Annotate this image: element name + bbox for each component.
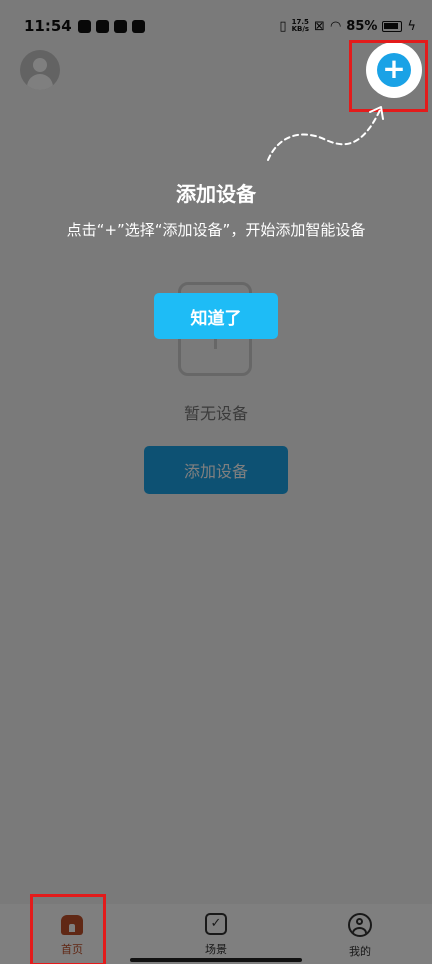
home-tab-highlight-frame	[30, 894, 106, 964]
guide-arrow-icon	[267, 106, 384, 161]
got-it-button[interactable]: 知道了	[154, 293, 278, 339]
guide-description: 点击“+”选择“添加设备”，开始添加智能设备	[66, 221, 366, 239]
guide-title: 添加设备	[176, 182, 256, 206]
